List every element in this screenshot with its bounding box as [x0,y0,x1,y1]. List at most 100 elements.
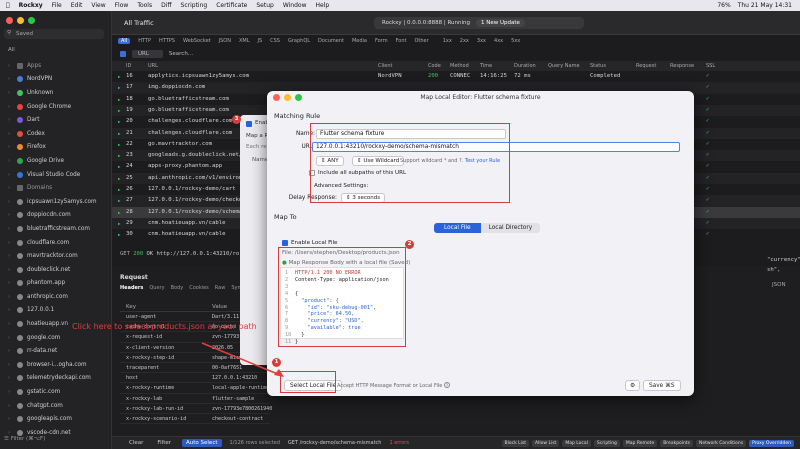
settings-gear-button[interactable]: ⚙ [625,380,641,391]
chevron-right-icon[interactable]: › [8,172,13,178]
error-count[interactable]: 1 errors [389,440,408,446]
enable-local-file-checkbox[interactable] [282,240,288,246]
col-code[interactable]: Code [428,63,441,69]
filter-tab[interactable]: WebSocket [183,38,211,44]
sidebar-item[interactable]: › Dart [0,113,112,127]
col-response[interactable]: Response [670,63,694,69]
sidebar-item[interactable]: › 127.0.0.1 [0,304,112,318]
close-window-button[interactable] [6,17,13,24]
chevron-right-icon[interactable]: › [8,253,13,259]
filter-tab[interactable]: 4xx [494,38,503,44]
chevron-right-icon[interactable]: › [8,321,13,327]
apple-icon[interactable]:  [6,2,10,9]
col-request[interactable]: Request [636,63,656,69]
filter-tab[interactable]: All [118,38,131,44]
url-search-input[interactable]: Search... [169,51,193,57]
selected-url-line[interactable]: GET 200 OK http://127.0.0.1:43210/ro [120,251,239,257]
request-tab[interactable]: Body [171,285,184,291]
sidebar-item[interactable]: › rr-data.net [0,344,112,358]
filter-tab[interactable]: CSS [270,38,280,44]
sidebar-item[interactable]: › phantom.app [0,277,112,291]
filter-tab[interactable]: 3xx [477,38,486,44]
chevron-right-icon[interactable]: › [8,104,13,110]
sidebar-item[interactable]: › chatgpt.com [0,399,112,413]
filter-tab[interactable]: 1xx [443,38,452,44]
zoom-window-button[interactable] [28,17,35,24]
chevron-right-icon[interactable]: › [8,76,13,82]
filter-tab[interactable]: JS [257,38,262,44]
chevron-right-icon[interactable]: › [8,403,13,409]
menu-flow[interactable]: Flow [115,2,129,9]
col-status[interactable]: Status [590,63,606,69]
filter-tab[interactable]: 2xx [460,38,469,44]
menu-setup[interactable]: Setup [256,2,273,9]
feature-pill[interactable]: Block List [501,439,529,447]
sidebar-item[interactable]: › google.com [0,331,112,345]
col-duration[interactable]: Duration [514,63,536,69]
header-row[interactable]: x-rockxy-lab-run-id zvn-17793e7800261940 [120,404,272,414]
chevron-right-icon[interactable]: › [8,158,13,164]
chevron-right-icon[interactable]: › [8,226,13,232]
battery-status[interactable]: 76% [717,2,730,9]
menu-edit[interactable]: Edit [71,2,83,9]
menu-app-name[interactable]: Rockxy [19,2,43,9]
chevron-right-icon[interactable]: › [8,280,13,286]
sidebar-item[interactable]: › telemetrydeckapi.com [0,372,112,386]
chevron-right-icon[interactable]: › [8,212,13,218]
update-badge[interactable]: 1 New Update [476,19,525,27]
sidebar-item[interactable]: › bluetrafficstream.com [0,222,112,236]
clock[interactable]: Thu 21 May 14:31 [738,2,792,9]
sidebar-item[interactable]: › cloudflare.com [0,236,112,250]
bg-enable-checkbox[interactable] [246,121,252,127]
chevron-right-icon[interactable]: › [8,362,13,368]
chevron-right-icon[interactable]: › [8,240,13,246]
filter-tab[interactable]: Document [318,38,344,44]
url-field-select[interactable]: URL [132,50,163,58]
table-row[interactable]: ▶ 16 applytics.icpsuawn1zy5amys.com NordVPN… [112,71,800,82]
chevron-right-icon[interactable]: › [8,144,13,150]
feature-pill[interactable]: Proxy Overridden [749,439,794,447]
sidebar-item[interactable]: › mavrtracktor.com [0,249,112,263]
filter-tab[interactable]: XML [239,38,250,44]
sidebar-item[interactable]: › gstatic.com [0,385,112,399]
col-query[interactable]: Query Name [548,63,580,69]
sidebar-section[interactable]: › Domains [0,181,112,195]
request-tab[interactable]: Query [149,285,164,291]
tab-local-directory[interactable]: Local Directory [480,223,541,233]
filter-tab[interactable]: 5xx [511,38,520,44]
feature-pill[interactable]: Scripting [593,439,620,447]
menu-view[interactable]: View [91,2,105,9]
col-id[interactable]: ID [126,63,131,69]
filter-tab[interactable]: Font [396,38,407,44]
chevron-right-icon[interactable]: › [8,199,13,205]
chevron-right-icon[interactable]: › [8,63,13,69]
feature-pill[interactable]: Map Local [562,439,591,447]
sidebar-item[interactable]: › Google Drive [0,154,112,168]
minimize-window-button[interactable] [17,17,24,24]
chevron-right-icon[interactable]: › [8,117,13,123]
col-method[interactable]: Method [450,63,469,69]
sidebar-item[interactable]: › browser-i...ogha.com [0,358,112,372]
filter-button[interactable]: Filter [154,439,174,447]
sidebar-item[interactable]: › doubleclick.net [0,263,112,277]
chevron-right-icon[interactable]: › [8,430,13,436]
chevron-right-icon[interactable]: › [8,267,13,273]
sidebar-item[interactable]: › googleapis.com [0,412,112,426]
filter-tab[interactable]: GraphQL [288,38,310,44]
filter-tab[interactable]: Form [375,38,388,44]
request-tab[interactable]: Raw [215,285,226,291]
menu-help[interactable]: Help [316,2,330,9]
chevron-right-icon[interactable]: › [8,90,13,96]
tab-local-file[interactable]: Local File [434,223,481,233]
chevron-right-icon[interactable]: › [8,416,13,422]
auto-select-button[interactable]: Auto Select [182,439,222,447]
chevron-right-icon[interactable]: › [8,307,13,313]
feature-pill[interactable]: Allow List [532,439,560,447]
sidebar-item[interactable]: › doppiocdn.com [0,209,112,223]
sidebar-item[interactable]: › NordVPN [0,73,112,87]
menu-window[interactable]: Window [283,2,307,9]
col-ssl[interactable]: SSL [706,63,715,69]
sidebar-filter-field[interactable]: ☰ Filter (⌘⌥F) [4,436,45,442]
sidebar-item[interactable]: › icpsuawn1zy5amys.com [0,195,112,209]
response-format-label[interactable]: JSON [772,282,786,288]
